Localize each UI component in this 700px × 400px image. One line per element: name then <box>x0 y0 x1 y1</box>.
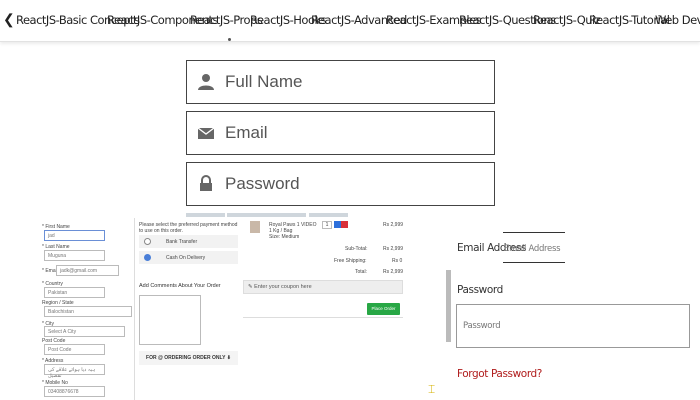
subtotal-label: Sub-Total: <box>345 246 368 252</box>
user-icon <box>198 74 214 90</box>
password-input-box[interactable]: Password <box>456 304 690 348</box>
first-name-input[interactable]: jad <box>44 230 105 241</box>
password-label-small: Password <box>457 284 503 296</box>
cart-item-price: Rs 2,999 <box>383 222 404 228</box>
subtotal-value: Rs 2,999 <box>383 246 404 252</box>
bank-transfer-radio[interactable] <box>144 238 151 245</box>
mobile-input[interactable]: 03408876678 <box>44 386 105 397</box>
progress-segment <box>186 213 225 217</box>
city-select[interactable]: Select A City <box>44 326 125 337</box>
country-input[interactable]: Pakistan <box>44 287 105 298</box>
region-select[interactable]: Balochistan <box>44 306 132 317</box>
progress-segment <box>309 213 348 217</box>
top-nav-bar: ❮ ReactJS-Basic Concepts ReactJS-Compone… <box>0 0 700 42</box>
email-underline <box>503 262 565 263</box>
remove-icon[interactable] <box>341 221 348 228</box>
bank-transfer-label: Bank Transfer <box>166 239 198 245</box>
coupon-placeholder: Enter your coupon here <box>254 284 312 290</box>
divider-line <box>503 232 565 233</box>
envelope-icon <box>197 127 215 139</box>
shipping-label: Free Shipping: <box>334 258 367 264</box>
shipping-value: Rs 0 <box>392 258 403 264</box>
lock-icon <box>200 175 212 191</box>
total-value: Rs 2,999 <box>383 269 404 275</box>
progress-segment <box>227 213 306 217</box>
email-input-small[interactable]: jadk@gmail.com <box>56 265 119 276</box>
refresh-icon[interactable] <box>334 221 341 228</box>
full-name-label: Full Name <box>225 72 303 91</box>
address-input[interactable]: ہیہ دیا ہوائے علاقے کی تفصیل <box>44 364 105 379</box>
email-label: Email <box>225 123 268 142</box>
nav-item-web-dev[interactable]: Web Dev <box>655 13 700 27</box>
password-label: Password <box>225 174 300 193</box>
cod-radio[interactable] <box>144 254 151 261</box>
total-label: Total: <box>355 269 367 275</box>
last-name-input[interactable]: Muguna <box>44 250 105 261</box>
email-field[interactable]: Email <box>186 111 495 155</box>
coupon-input[interactable]: ✎ Enter your coupon here <box>243 280 403 294</box>
comments-textarea[interactable] <box>139 295 201 345</box>
order-button[interactable]: FOR @ ORDERING ORDER ONLY ⬇ <box>139 351 238 365</box>
cod-label: Cash On Delivery <box>166 255 206 261</box>
qty-input[interactable]: 1 <box>322 221 332 229</box>
password-field[interactable]: Password <box>186 162 495 206</box>
cart-item-extra: Size: Medium <box>269 234 300 240</box>
text-cursor-icon: ⌶ <box>428 382 436 396</box>
scrollbar[interactable] <box>446 270 451 342</box>
post-code-input[interactable]: Post Code <box>44 344 105 355</box>
place-order-button[interactable]: Place Order <box>367 303 400 315</box>
bullet-dot <box>228 38 231 41</box>
password-placeholder: Password <box>463 321 501 331</box>
comments-label: Add Comments About Your Order <box>139 283 221 289</box>
product-thumbnail <box>250 221 260 233</box>
chevron-left-icon[interactable]: ❮ <box>3 11 15 28</box>
full-name-field[interactable]: Full Name <box>186 60 495 104</box>
email-address-input[interactable]: Email Address <box>504 244 561 254</box>
forgot-password-link[interactable]: Forgot Password? <box>457 368 542 380</box>
